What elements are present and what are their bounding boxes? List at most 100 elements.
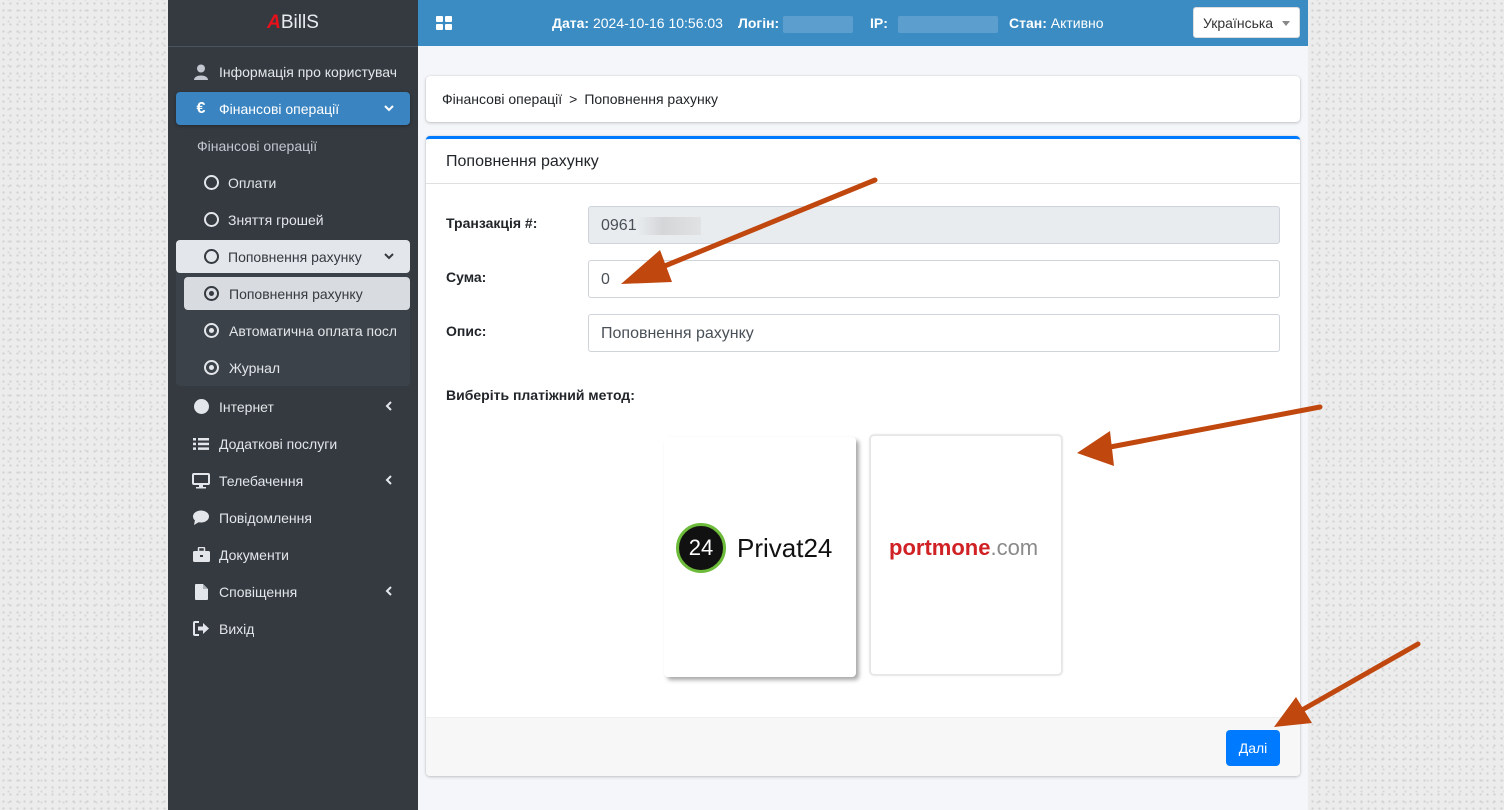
- payment-method-label: Виберіть платіжний метод:: [446, 387, 635, 403]
- dot-circle-icon: [202, 322, 220, 340]
- sidebar-item-label: Поповнення рахунку: [228, 248, 362, 265]
- date-label: Дата:: [552, 15, 590, 31]
- privat24-badge: 24: [676, 523, 726, 573]
- language-select[interactable]: Українська: [1193, 7, 1300, 38]
- description-row: Опис: Поповнення рахунку: [446, 314, 1280, 352]
- sidebar-item-label: Документи: [219, 546, 289, 563]
- breadcrumb-separator: >: [569, 91, 578, 107]
- sidebar-item-journal[interactable]: Журнал: [184, 351, 410, 384]
- briefcase-icon: [192, 546, 210, 564]
- card-title: Поповнення рахунку: [426, 139, 1300, 184]
- dot-circle-icon: [202, 359, 220, 377]
- sidebar-nav: Інформація про користувача € Фінансові о…: [168, 47, 418, 645]
- topup-subitems: Поповнення рахунку Автоматична оплата по…: [176, 273, 410, 384]
- circle-icon: [202, 174, 220, 192]
- amount-input[interactable]: 0: [588, 260, 1280, 298]
- sidebar-item-label: Повідомлення: [219, 509, 312, 526]
- sidebar-item-label: Вихід: [219, 620, 255, 637]
- sidebar-item-logout[interactable]: Вихід: [176, 612, 410, 645]
- sidebar-item-label: Зняття грошей: [228, 211, 324, 228]
- transaction-value: 0961: [601, 217, 637, 235]
- list-icon: [192, 435, 210, 453]
- sidebar-item-label: Автоматична оплата послуг: [229, 322, 396, 339]
- description-input[interactable]: Поповнення рахунку: [588, 314, 1280, 352]
- sidebar-item-internet[interactable]: Інтернет: [176, 390, 410, 423]
- description-label: Опис:: [446, 323, 487, 339]
- login-info: Логін:: [738, 15, 854, 33]
- language-select-value: Українська: [1203, 15, 1274, 31]
- next-button[interactable]: Далі: [1226, 730, 1280, 766]
- topup-form-card: Поповнення рахунку Транзакція #: 0961 Су…: [426, 136, 1300, 776]
- brand-logo-text: BillS: [280, 12, 319, 33]
- euro-icon: €: [196, 99, 206, 117]
- portmone-domain: .com: [990, 535, 1039, 560]
- sidebar-item-documents[interactable]: Документи: [176, 538, 410, 571]
- sidebar-item-finance-operations[interactable]: Фінансові операції: [176, 129, 410, 162]
- card-footer: Далі: [426, 717, 1300, 776]
- portmone-name: portmone: [889, 535, 991, 560]
- sidebar-item-topup[interactable]: Поповнення рахунку: [176, 240, 410, 273]
- sidebar-item-tv[interactable]: Телебачення: [176, 464, 410, 497]
- chevron-left-icon: [385, 401, 392, 411]
- ip-label: IP:: [870, 15, 888, 31]
- breadcrumb-current: Поповнення рахунку: [584, 91, 719, 107]
- transaction-row: Транзакція #: 0961: [446, 206, 1280, 244]
- amount-row: Сума: 0: [446, 260, 1280, 298]
- privat24-name: Privat24: [737, 532, 833, 563]
- status-info: Стан: Активно: [1009, 15, 1104, 31]
- menu-grid-icon[interactable]: [436, 16, 452, 30]
- sidebar-item-user-info[interactable]: Інформація про користувача: [176, 55, 410, 88]
- caret-down-icon: [1282, 21, 1290, 26]
- sidebar-item-payments[interactable]: Оплати: [176, 166, 410, 199]
- date-value: 2024-10-16 10:56:03: [592, 15, 723, 31]
- sidebar-item-label: Інформація про користувача: [219, 63, 396, 80]
- sidebar-item-label: Поповнення рахунку: [229, 285, 363, 302]
- sidebar-item-label: Фінансові операції: [219, 100, 340, 117]
- transaction-value-redacted: [636, 217, 701, 235]
- login-label: Логін:: [738, 15, 780, 31]
- chevron-down-icon: [384, 105, 394, 112]
- topup-submenu: Поповнення рахунку Поповнення рахунку Ав…: [176, 240, 410, 386]
- monitor-icon: [192, 472, 210, 490]
- user-icon: [192, 63, 210, 81]
- sidebar-item-messages[interactable]: Повідомлення: [176, 501, 410, 534]
- sidebar-item-label: Фінансові операції: [197, 137, 318, 154]
- login-value-redacted: [783, 15, 854, 33]
- portmone-logo: portmone.com: [889, 535, 1038, 561]
- globe-icon: [192, 398, 210, 416]
- date-info: Дата: 2024-10-16 10:56:03: [552, 15, 723, 31]
- sidebar-item-label: Сповіщення: [219, 583, 298, 600]
- sidebar-item-label: Телебачення: [219, 472, 304, 489]
- main-content: Фінансові операції > Поповнення рахунку По…: [418, 46, 1308, 810]
- ip-info: IP:: [870, 15, 998, 33]
- top-navbar: Дата: 2024-10-16 10:56:03 Логін: IP: Ста…: [418, 0, 1308, 46]
- sidebar-item-topup-account[interactable]: Поповнення рахунку: [184, 277, 410, 310]
- sidebar-item-withdrawals[interactable]: Зняття грошей: [176, 203, 410, 236]
- transaction-field: 0961: [588, 206, 1280, 244]
- brand-logo[interactable]: A BillS: [168, 0, 418, 47]
- chevron-down-icon: [384, 253, 394, 260]
- sidebar-item-autopay[interactable]: Автоматична оплата послуг: [184, 314, 410, 347]
- sign-out-icon: [192, 620, 210, 638]
- privat24-logo: 24 Privat24: [676, 523, 832, 573]
- sidebar-item-finance[interactable]: € Фінансові операції: [176, 92, 410, 125]
- sidebar-item-notifications[interactable]: Сповіщення: [176, 575, 410, 608]
- transaction-label: Транзакція #:: [446, 215, 538, 231]
- chevron-left-icon: [385, 475, 392, 485]
- circle-icon: [202, 211, 220, 229]
- payment-method-portmone[interactable]: portmone.com: [870, 435, 1062, 675]
- sidebar-item-label: Інтернет: [219, 398, 274, 415]
- file-icon: [192, 583, 210, 601]
- sidebar-item-label: Додаткові послуги: [219, 435, 338, 452]
- comment-icon: [192, 509, 210, 527]
- sidebar-item-label: Журнал: [229, 359, 281, 376]
- brand-logo-letter: A: [267, 12, 281, 33]
- chevron-left-icon: [385, 586, 392, 596]
- circle-icon: [202, 248, 220, 266]
- status-label: Стан:: [1009, 15, 1047, 31]
- payment-method-privat24[interactable]: 24 Privat24: [664, 437, 856, 677]
- sidebar-item-label: Оплати: [228, 174, 277, 191]
- sidebar-item-extra-services[interactable]: Додаткові послуги: [176, 427, 410, 460]
- sidebar: A BillS Інформація про користувача € Фіна…: [168, 0, 418, 810]
- breadcrumb-link-finance[interactable]: Фінансові операції: [442, 91, 562, 107]
